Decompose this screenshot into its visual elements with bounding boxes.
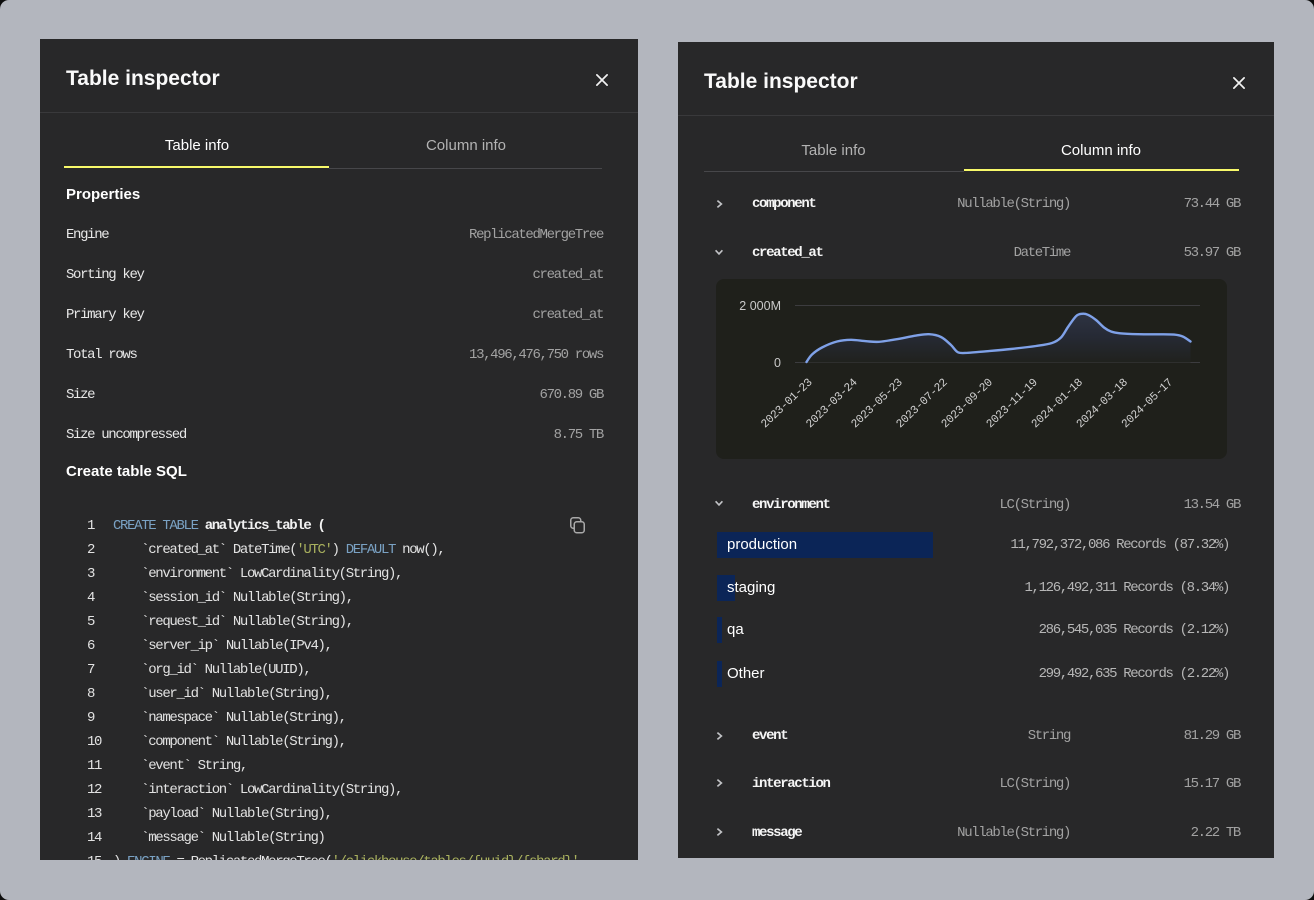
svg-text:2 000M: 2 000M — [739, 299, 781, 313]
svg-text:0: 0 — [774, 356, 781, 370]
